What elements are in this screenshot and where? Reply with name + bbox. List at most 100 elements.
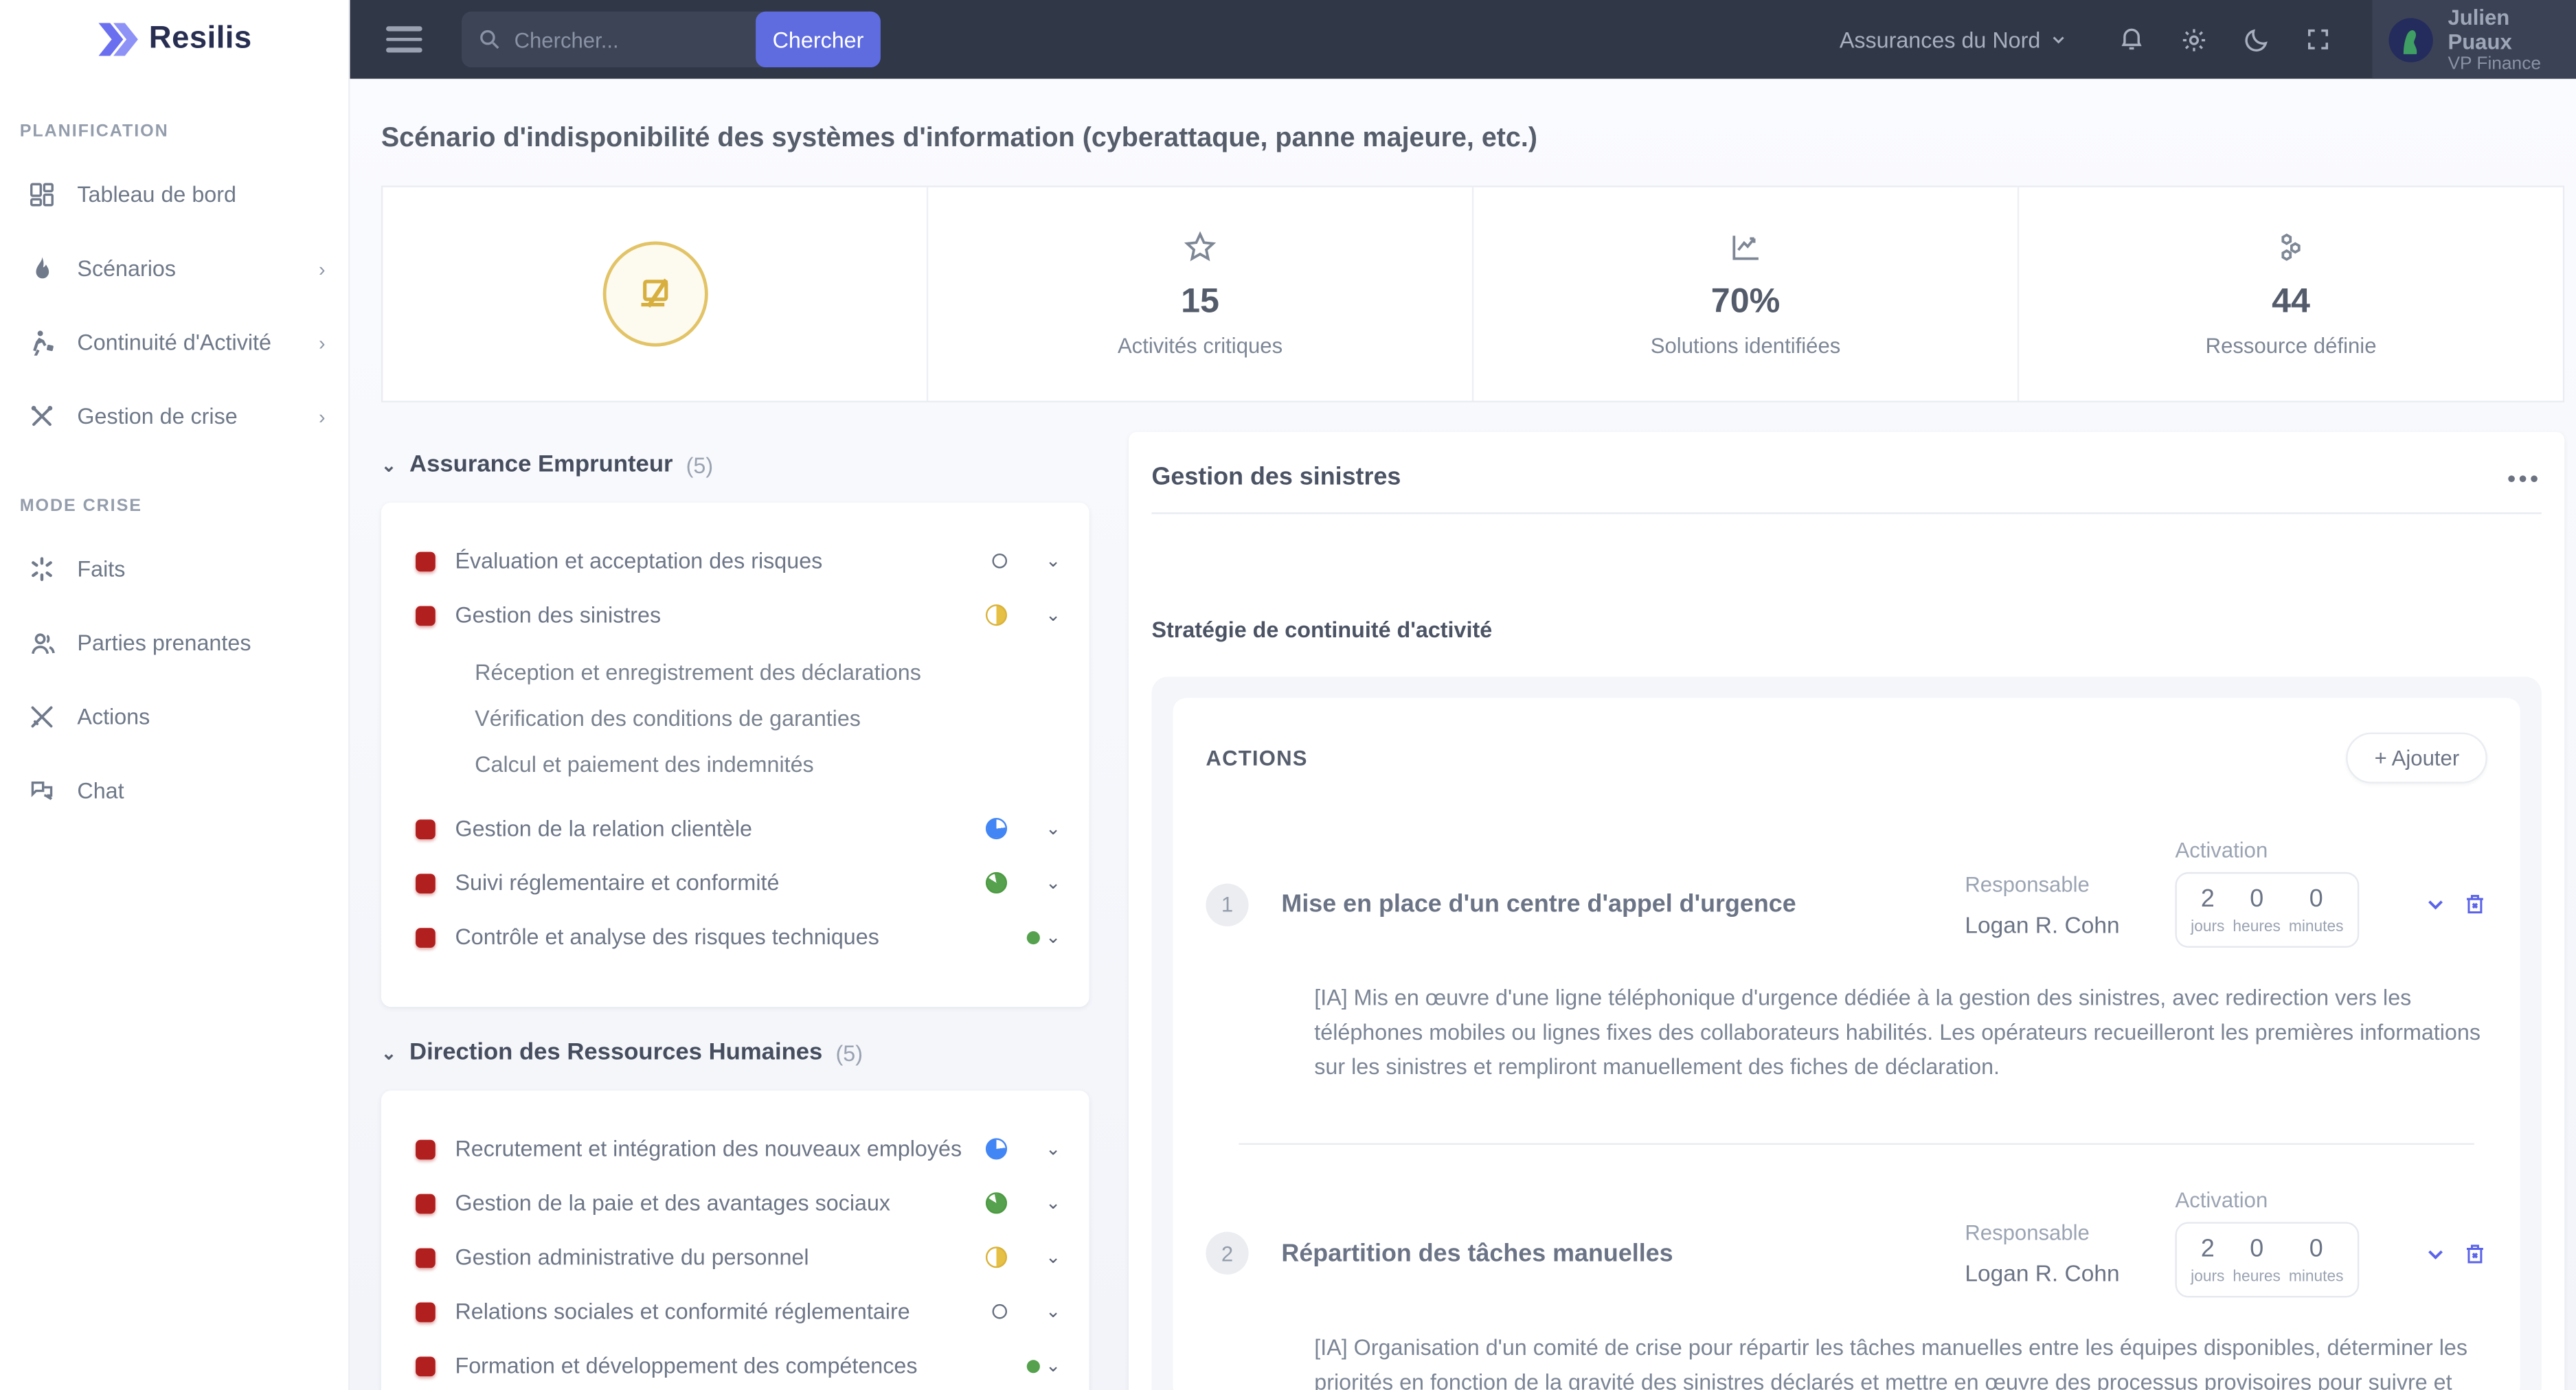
chevron-down-icon[interactable]: ⌄ bbox=[1043, 1192, 1063, 1214]
stats-row: 15 Activités critiques 70% Solutions ide… bbox=[381, 185, 2565, 402]
unit-label: heures bbox=[2233, 1267, 2281, 1286]
activity-row[interactable]: Recrutement et intégration des nouveaux … bbox=[416, 1121, 1063, 1176]
chevron-down-icon[interactable]: ⌄ bbox=[1043, 604, 1063, 626]
activation-days[interactable]: 2 bbox=[2191, 885, 2224, 913]
activity-row[interactable]: Relations sociales et conformité régleme… bbox=[416, 1284, 1063, 1338]
activation-days[interactable]: 2 bbox=[2191, 1235, 2224, 1263]
activation-minutes[interactable]: 0 bbox=[2289, 1235, 2344, 1263]
sidebar-item-label: Chat bbox=[77, 778, 124, 804]
chart-icon bbox=[1728, 230, 1763, 266]
sidebar-item-chat[interactable]: Chat bbox=[0, 754, 348, 828]
chevron-down-icon[interactable]: ⌄ bbox=[1043, 550, 1063, 572]
actions-header: ACTIONS + Ajouter bbox=[1206, 732, 2487, 784]
burst-icon bbox=[26, 554, 57, 584]
group-header-assurance-emprunteur[interactable]: ⌄ Assurance Emprunteur (5) bbox=[381, 452, 1089, 478]
activation-block: Activation 2 jours 0 heures 0 minutes bbox=[2175, 1187, 2360, 1297]
status-pie-icon bbox=[985, 871, 1008, 894]
star-icon bbox=[1183, 230, 1217, 266]
org-selector[interactable]: Assurances du Nord bbox=[1840, 27, 2067, 52]
user-menu[interactable]: Julien Puaux VP Finance bbox=[2372, 0, 2576, 79]
ellipsis-menu-icon[interactable]: ••• bbox=[2507, 466, 2542, 488]
activity-label: Recrutement et intégration des nouveaux … bbox=[455, 1136, 962, 1161]
status-pie-icon bbox=[985, 1138, 1008, 1160]
stat-card-solutions-identifiees: 70% Solutions identifiées bbox=[1473, 187, 2020, 401]
dark-mode-moon-icon[interactable] bbox=[2224, 25, 2287, 54]
activation-input[interactable]: 2 jours 0 heures 0 minutes bbox=[2175, 871, 2360, 948]
detail-title: Gestion des sinistres bbox=[1151, 463, 1401, 492]
menu-toggle-icon[interactable] bbox=[386, 26, 422, 52]
brand-logo[interactable]: Resilis bbox=[0, 0, 348, 79]
swords-icon bbox=[26, 701, 57, 732]
collapse-chevron-icon[interactable] bbox=[2425, 893, 2446, 915]
activity-row[interactable]: Gestion administrative du personnel ⌄ bbox=[416, 1230, 1063, 1284]
search-input[interactable] bbox=[514, 27, 728, 52]
status-pie-icon bbox=[985, 604, 1008, 626]
criticality-square bbox=[416, 819, 436, 839]
activity-row[interactable]: Gestion de la relation clientèle ⌄ bbox=[416, 801, 1063, 856]
settings-gear-icon[interactable] bbox=[2162, 25, 2224, 54]
add-action-button[interactable]: + Ajouter bbox=[2346, 732, 2487, 784]
sidebar-item-scenarios[interactable]: Scénarios › bbox=[0, 231, 348, 306]
chevron-right-icon: › bbox=[318, 257, 326, 280]
group-title: Assurance Emprunteur bbox=[409, 451, 673, 478]
topbar-right: Assurances du Nord Julien Puaux VP Finan… bbox=[1840, 0, 2576, 79]
action-controls bbox=[2359, 892, 2487, 917]
chevron-right-icon: › bbox=[318, 330, 326, 354]
activation-input[interactable]: 2 jours 0 heures 0 minutes bbox=[2175, 1221, 2360, 1297]
chevron-down-icon[interactable]: ⌄ bbox=[1043, 818, 1063, 839]
status-pie-icon bbox=[1026, 930, 1040, 944]
activation-hours[interactable]: 0 bbox=[2233, 885, 2281, 913]
notifications-bell-icon[interactable] bbox=[2099, 25, 2162, 54]
activity-label: Contrôle et analyse des risques techniqu… bbox=[455, 924, 879, 950]
chat-icon bbox=[26, 775, 57, 806]
continuity-icon bbox=[26, 327, 57, 358]
sub-activity-row[interactable]: Vérification des conditions de garanties bbox=[416, 695, 1063, 741]
chevron-down-icon[interactable]: ⌄ bbox=[1043, 1355, 1063, 1376]
activity-row[interactable]: Gestion des sinistres ⌄ bbox=[416, 588, 1063, 642]
chevron-down-icon[interactable]: ⌄ bbox=[1043, 1246, 1063, 1268]
user-role: VP Finance bbox=[2448, 53, 2541, 73]
group-count: (5) bbox=[835, 1040, 863, 1065]
sidebar-item-parties-prenantes[interactable]: Parties prenantes bbox=[0, 606, 348, 680]
sub-activity-row[interactable]: Calcul et paiement des indemnités bbox=[416, 741, 1063, 787]
chevron-down-icon[interactable]: ⌄ bbox=[1043, 1301, 1063, 1323]
search-button[interactable]: Chercher bbox=[756, 11, 881, 68]
chevron-down-icon[interactable]: ⌄ bbox=[1043, 926, 1063, 948]
stat-label: Ressource définie bbox=[2205, 333, 2377, 358]
chevron-down-icon[interactable]: ⌄ bbox=[1043, 872, 1063, 893]
activity-row[interactable]: Évaluation et acceptation des risques ⌄ bbox=[416, 534, 1063, 588]
criticality-square bbox=[416, 873, 436, 893]
detail-card: Gestion des sinistres ••• Stratégie de c… bbox=[1129, 431, 2565, 1390]
activation-hours[interactable]: 0 bbox=[2233, 1235, 2281, 1263]
activity-row[interactable]: Contrôle et analyse des risques techniqu… bbox=[416, 910, 1063, 964]
responsable-name: Logan R. Cohn bbox=[1965, 911, 2120, 937]
detail-column: Gestion des sinistres ••• Stratégie de c… bbox=[1129, 431, 2565, 1390]
collapse-chevron-icon[interactable] bbox=[2425, 1243, 2446, 1264]
activation-minutes[interactable]: 0 bbox=[2289, 885, 2344, 913]
activation-block: Activation 2 jours 0 heures 0 minutes bbox=[2175, 838, 2360, 948]
tools-icon bbox=[26, 401, 57, 432]
group-header-drh[interactable]: ⌄ Direction des Ressources Humaines (5) bbox=[381, 1040, 1089, 1066]
activity-row[interactable]: Suivi réglementaire et conformité ⌄ bbox=[416, 856, 1063, 910]
sub-activity-row[interactable]: Réception et enregistrement des déclarat… bbox=[416, 649, 1063, 695]
stat-value: 15 bbox=[1181, 282, 1219, 321]
search-box[interactable] bbox=[462, 11, 762, 68]
status-pie-icon bbox=[985, 818, 1008, 840]
sidebar-item-faits[interactable]: Faits bbox=[0, 532, 348, 606]
sidebar-item-label: Actions bbox=[77, 704, 150, 729]
group-card-assurance-emprunteur: Évaluation et acceptation des risques ⌄ … bbox=[381, 502, 1089, 1007]
sidebar-item-tableau-de-bord[interactable]: Tableau de bord bbox=[0, 158, 348, 232]
activity-row[interactable]: Gestion de la paie et des avantages soci… bbox=[416, 1176, 1063, 1230]
responsable-block: Responsable Logan R. Cohn bbox=[1965, 871, 2175, 937]
sidebar-item-continuite-activite[interactable]: Continuité d'Activité › bbox=[0, 306, 348, 380]
chevron-down-icon[interactable]: ⌄ bbox=[1043, 1138, 1063, 1160]
group-card-drh: Recrutement et intégration des nouveaux … bbox=[381, 1091, 1089, 1390]
criticality-square bbox=[416, 1356, 436, 1376]
delete-trash-icon[interactable] bbox=[2463, 892, 2487, 917]
delete-trash-icon[interactable] bbox=[2463, 1241, 2487, 1266]
sidebar: Resilis PLANIFICATION Tableau de bord Sc… bbox=[0, 0, 350, 1390]
fullscreen-icon[interactable] bbox=[2287, 26, 2349, 52]
activity-row[interactable]: Formation et développement des compétenc… bbox=[416, 1338, 1063, 1390]
sidebar-item-gestion-de-crise[interactable]: Gestion de crise › bbox=[0, 379, 348, 453]
sidebar-item-actions[interactable]: Actions bbox=[0, 680, 348, 754]
